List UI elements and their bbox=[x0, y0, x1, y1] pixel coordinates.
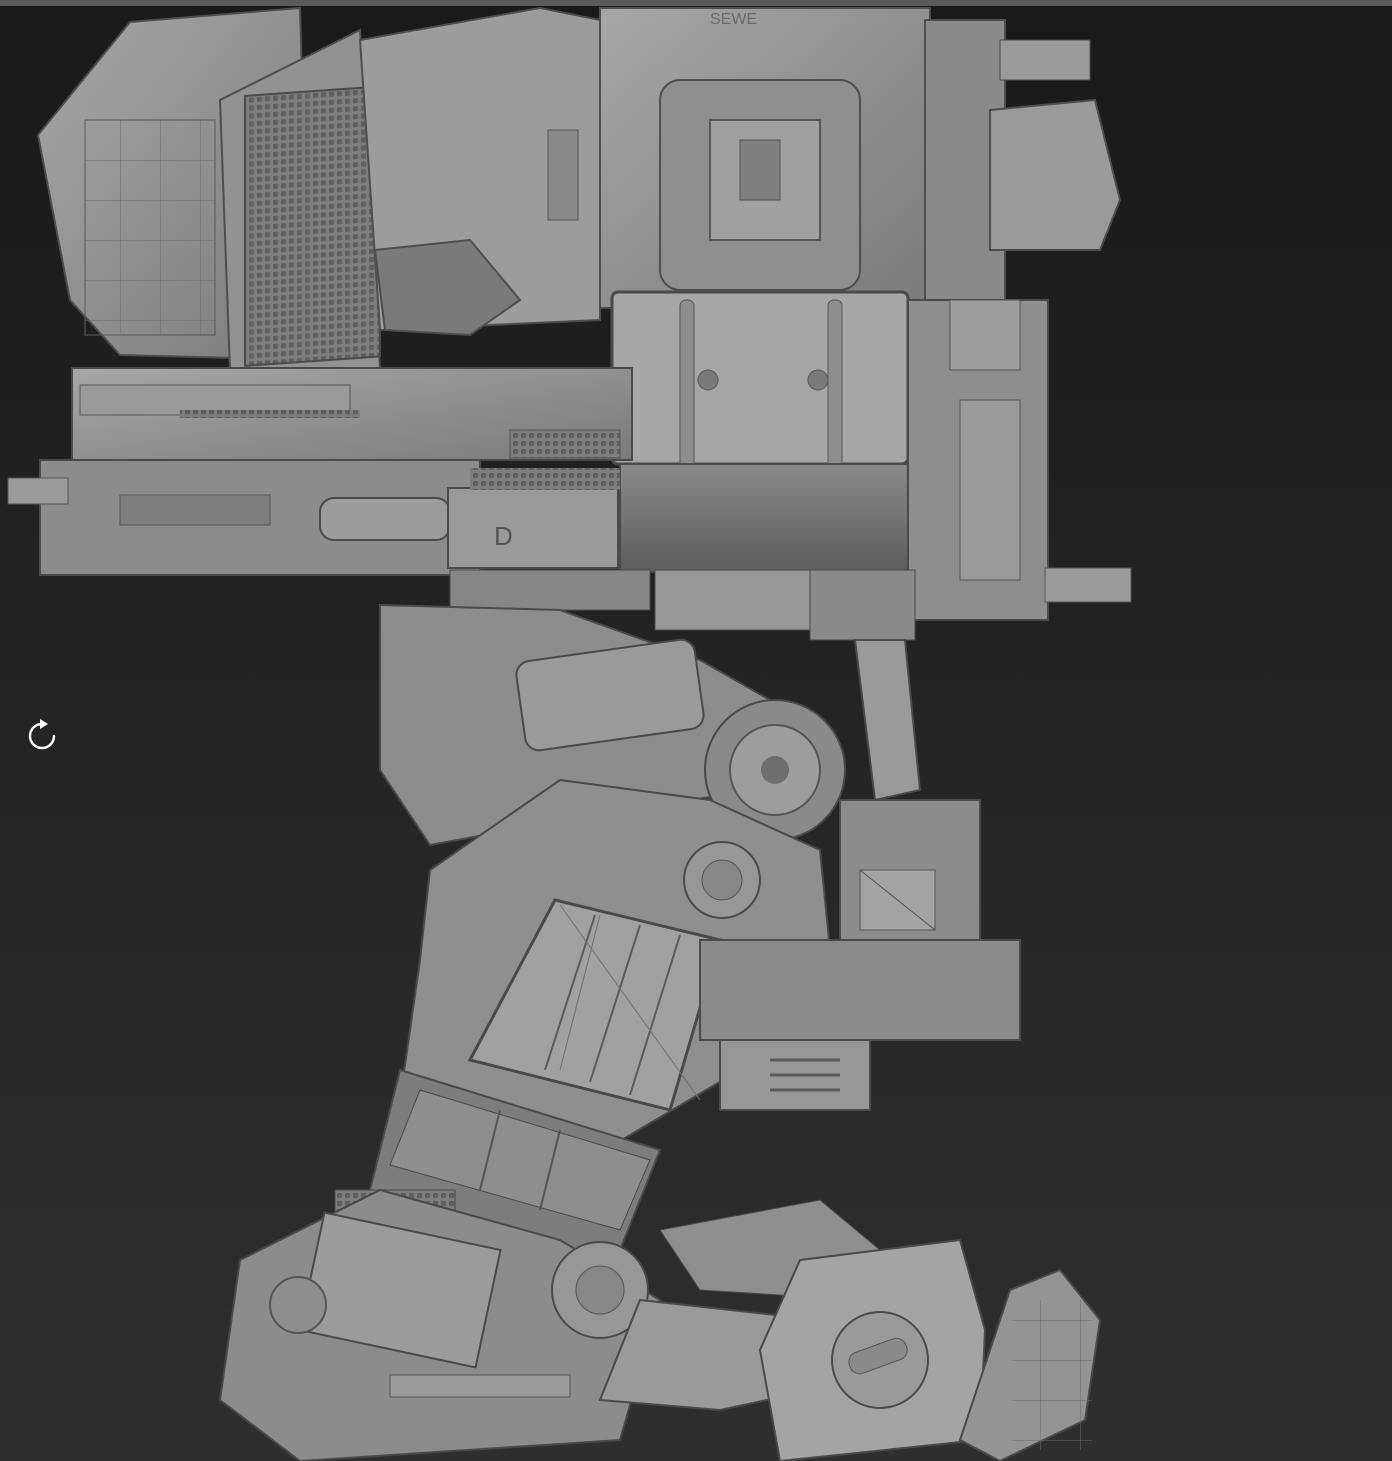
foot-assembly bbox=[218, 1188, 1102, 1461]
torso-core: SEWE bbox=[599, 7, 1122, 309]
rotate-clockwise-icon bbox=[28, 719, 56, 750]
side-ammo-pack bbox=[907, 299, 1132, 621]
mech-model-render[interactable]: SEWE D bbox=[0, 0, 1392, 1461]
shoulder-armor-pod bbox=[36, 6, 601, 371]
3d-viewport[interactable]: SEWE D bbox=[0, 0, 1392, 1461]
top-marking: SEWE bbox=[710, 11, 757, 28]
reset-view-button[interactable] bbox=[24, 718, 60, 754]
hull-marking: D bbox=[494, 521, 513, 551]
chest-plate bbox=[610, 290, 911, 573]
